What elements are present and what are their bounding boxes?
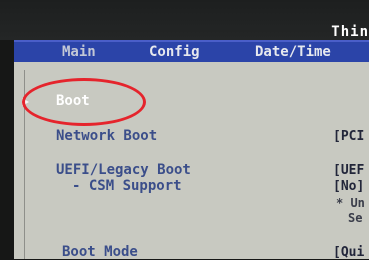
- tab-config[interactable]: Config: [149, 44, 200, 60]
- csm-support-item[interactable]: - CSM Support: [72, 178, 182, 194]
- uefi-legacy-boot-value[interactable]: [UEF: [333, 163, 364, 178]
- brand-title: Thin: [331, 24, 369, 40]
- tab-main[interactable]: Main: [62, 44, 96, 60]
- red-highlight-circle: [22, 78, 146, 126]
- top-bezel: Thin: [0, 0, 369, 40]
- uefi-legacy-boot-item[interactable]: UEFI/Legacy Boot: [56, 162, 191, 178]
- network-boot-value[interactable]: [PCI: [333, 129, 364, 144]
- bios-menu-bar: Main Config Date/Time: [14, 40, 369, 64]
- help-note-line1: * Un: [336, 196, 365, 210]
- csm-support-value[interactable]: [No]: [333, 179, 364, 194]
- tab-date-time[interactable]: Date/Time: [255, 44, 331, 60]
- boot-mode-value[interactable]: [Qui: [333, 245, 364, 260]
- network-boot-item[interactable]: Network Boot: [56, 128, 157, 144]
- help-note-line2: Se: [348, 211, 363, 225]
- boot-mode-item[interactable]: Boot Mode: [62, 244, 138, 260]
